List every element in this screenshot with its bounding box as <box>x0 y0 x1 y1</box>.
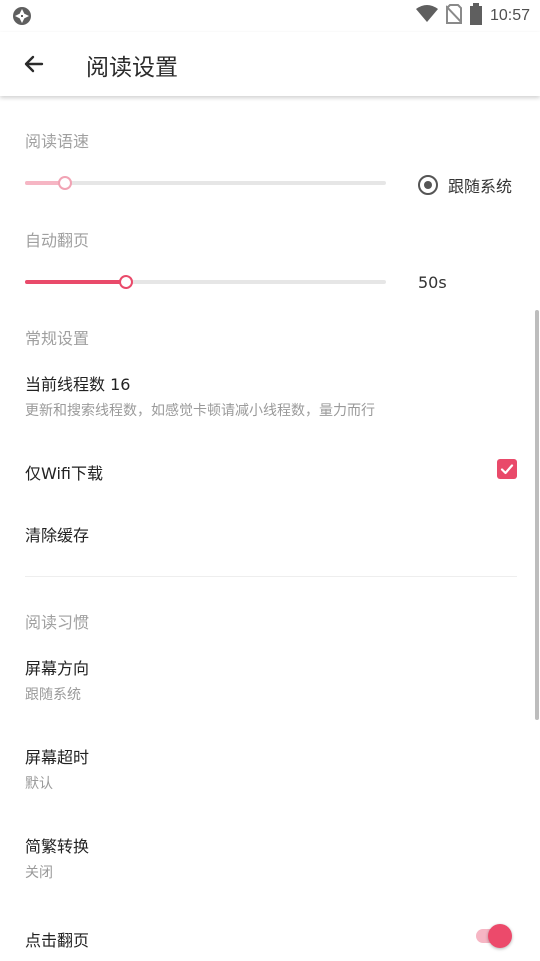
tap-page-turn-title: 点击翻页 <box>25 931 90 950</box>
section-header-general: 常规设置 <box>25 329 90 348</box>
screen-orientation-value: 跟随系统 <box>25 687 81 703</box>
battery-icon <box>469 3 482 29</box>
follow-system-radio[interactable]: 跟随系统 <box>418 173 512 197</box>
section-header-auto-page: 自动翻页 <box>25 231 90 250</box>
slider-fill <box>25 280 127 284</box>
threads-title: 当前线程数 16 <box>25 375 131 394</box>
status-time: 10:57 <box>489 7 530 24</box>
section-header-reading-speed: 阅读语速 <box>25 132 90 151</box>
screen-timeout-value: 默认 <box>25 776 53 792</box>
threads-description: 更新和搜索线程数，如感觉卡顿请减小线程数，量力而行 <box>25 403 375 419</box>
app-bar: 阅读设置 <box>0 32 540 96</box>
section-divider <box>25 576 517 577</box>
switch-thumb[interactable] <box>488 924 512 948</box>
page-title: 阅读设置 <box>86 55 178 81</box>
screen-orientation-title: 屏幕方向 <box>25 659 90 678</box>
clear-cache-item[interactable]: 清除缓存 <box>25 522 89 546</box>
auto-page-value: 50s <box>418 273 447 292</box>
reading-speed-slider[interactable] <box>25 173 386 193</box>
status-bar: 10:57 <box>0 0 540 32</box>
slider-thumb[interactable] <box>119 275 134 289</box>
arrow-left-icon[interactable] <box>20 50 48 78</box>
scrollbar[interactable] <box>535 310 539 720</box>
no-sim-icon <box>445 4 463 28</box>
chinese-convert-value: 关闭 <box>25 865 53 881</box>
wifi-only-checkbox[interactable] <box>497 459 517 479</box>
slider-thumb[interactable] <box>57 176 72 190</box>
radio-selected-icon[interactable] <box>418 175 438 195</box>
wifi-only-label[interactable]: 仅Wifi下载 <box>25 460 103 484</box>
screen-timeout-title: 屏幕超时 <box>25 748 90 767</box>
chinese-convert-title: 简繁转换 <box>25 837 90 856</box>
follow-system-label: 跟随系统 <box>448 177 513 196</box>
slider-track <box>25 181 386 185</box>
wifi-icon <box>415 5 438 27</box>
checkmark-icon <box>500 464 514 475</box>
app-aperture-icon <box>12 6 32 26</box>
tap-page-turn-switch[interactable] <box>474 923 514 949</box>
section-header-reading-habits: 阅读习惯 <box>25 613 90 632</box>
auto-page-slider[interactable] <box>25 272 386 292</box>
